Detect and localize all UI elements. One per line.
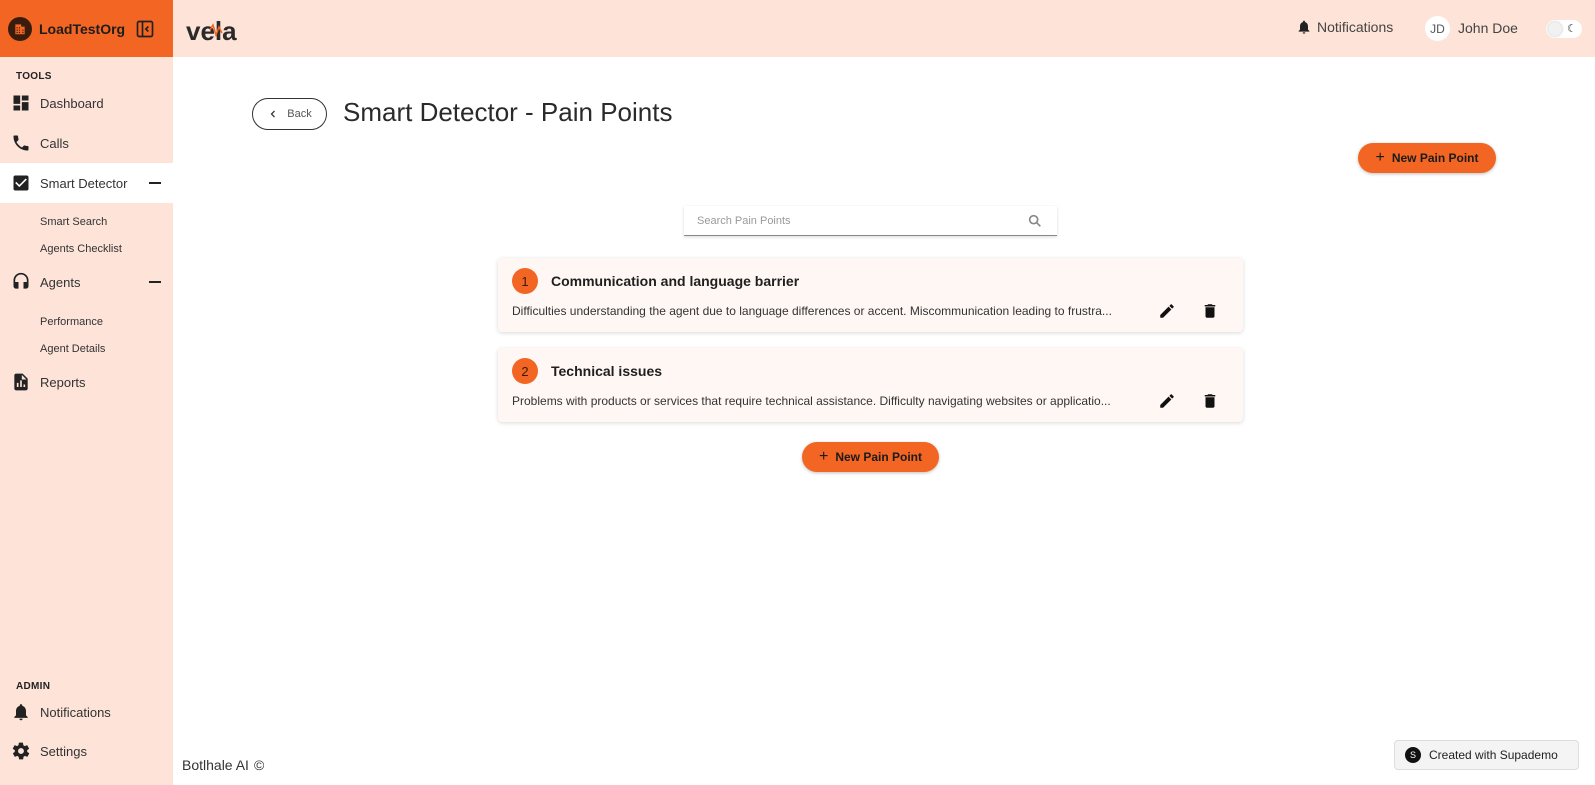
sidebar-subitem-performance[interactable]: Performance (40, 316, 103, 328)
sidebar-subitem-agent-details[interactable]: Agent Details (40, 343, 105, 355)
pain-point-card[interactable]: 2 Technical issues Problems with product… (498, 348, 1243, 422)
sidebar-item-agents[interactable]: Agents (0, 262, 173, 302)
gear-icon (12, 742, 30, 760)
sidebar-item-label: Smart Detector (40, 175, 128, 191)
copyright-icon: © (253, 757, 265, 773)
header-notifications[interactable]: Notifications (1296, 19, 1393, 35)
plus-icon: + (818, 448, 829, 465)
svg-text:vela: vela (186, 16, 237, 46)
sidebar-item-label: Settings (40, 743, 87, 759)
admin-section-title: ADMIN (16, 681, 51, 692)
pain-point-title: Communication and language barrier (551, 273, 800, 289)
top-header: vela Notifications JD John Doe ☾ (173, 0, 1595, 57)
new-pain-point-button-top[interactable]: + New Pain Point (1358, 143, 1496, 173)
vela-logo[interactable]: vela (186, 16, 266, 51)
org-building-icon (8, 16, 32, 41)
sidebar-item-settings[interactable]: Settings (0, 731, 173, 771)
edit-icon[interactable] (1158, 392, 1176, 410)
sidebar-subitem-smart-search[interactable]: Smart Search (40, 216, 107, 228)
sidebar-item-smart-detector[interactable]: Smart Detector (0, 163, 173, 203)
phone-icon (13, 135, 29, 151)
theme-toggle[interactable]: ☾ (1546, 20, 1582, 38)
notifications-label: Notifications (1317, 19, 1394, 35)
search-pain-points (684, 206, 1057, 236)
chevron-left-icon (270, 110, 276, 118)
delete-icon[interactable] (1201, 392, 1219, 410)
company-name: Botlhale AI (182, 757, 249, 773)
bell-icon (1298, 20, 1310, 34)
sidebar-item-reports[interactable]: Reports (0, 362, 173, 402)
back-button[interactable]: Back (252, 98, 327, 130)
dashboard-icon (13, 95, 29, 111)
sidebar-subitem-agents-checklist[interactable]: Agents Checklist (40, 243, 122, 255)
new-pain-point-button[interactable]: + New Pain Point (802, 442, 939, 472)
new-pain-point-label: New Pain Point (835, 450, 923, 464)
search-icon[interactable] (1027, 213, 1043, 229)
pain-point-card[interactable]: 1 Communication and language barrier Dif… (498, 258, 1243, 332)
org-switcher[interactable]: LoadTestOrg (0, 0, 173, 57)
supademo-logo-icon: S (1405, 747, 1421, 763)
sidebar-item-label: Calls (40, 135, 69, 151)
sidebar-item-label: Dashboard (40, 95, 104, 111)
sidebar-item-calls[interactable]: Calls (0, 123, 173, 163)
tools-section-title: TOOLS (16, 71, 52, 82)
report-icon (14, 373, 28, 391)
pain-point-number: 1 (512, 268, 538, 294)
collapse-minus-icon[interactable] (149, 281, 161, 283)
new-pain-point-label: New Pain Point (1391, 151, 1479, 165)
bell-icon (14, 704, 28, 721)
org-name: LoadTestOrg (39, 20, 126, 37)
sidebar-item-label: Agents (40, 274, 81, 290)
pain-point-description: Problems with products or services that … (512, 394, 1111, 408)
collapse-sidebar-icon[interactable] (135, 19, 155, 39)
supademo-label: Created with Supademo (1429, 748, 1558, 762)
sidebar-item-dashboard[interactable]: Dashboard (0, 83, 173, 123)
pain-point-number: 2 (512, 358, 538, 384)
footer-copyright: Botlhale AI © (182, 757, 264, 773)
plus-icon: + (1375, 149, 1385, 166)
toggle-knob (1548, 22, 1562, 36)
edit-icon[interactable] (1158, 302, 1176, 320)
search-input[interactable] (697, 212, 1017, 230)
sidebar-item-label: Reports (40, 374, 86, 390)
sidebar-item-notifications[interactable]: Notifications (0, 692, 173, 732)
delete-icon[interactable] (1201, 302, 1219, 320)
check-box-icon (13, 175, 29, 191)
sidebar: LoadTestOrg TOOLS Dashboard Calls Smart … (0, 0, 173, 785)
headset-icon (13, 272, 29, 289)
sidebar-item-label: Notifications (40, 704, 111, 720)
page-title: Smart Detector - Pain Points (343, 97, 673, 127)
avatar[interactable]: JD (1425, 16, 1450, 41)
collapse-minus-icon[interactable] (149, 182, 161, 184)
user-name[interactable]: John Doe (1458, 20, 1518, 36)
supademo-badge[interactable]: S Created with Supademo (1394, 740, 1579, 770)
back-button-label: Back (287, 108, 312, 120)
moon-icon: ☾ (1567, 23, 1577, 35)
pain-point-title: Technical issues (551, 363, 663, 379)
pain-point-description: Difficulties understanding the agent due… (512, 304, 1112, 318)
